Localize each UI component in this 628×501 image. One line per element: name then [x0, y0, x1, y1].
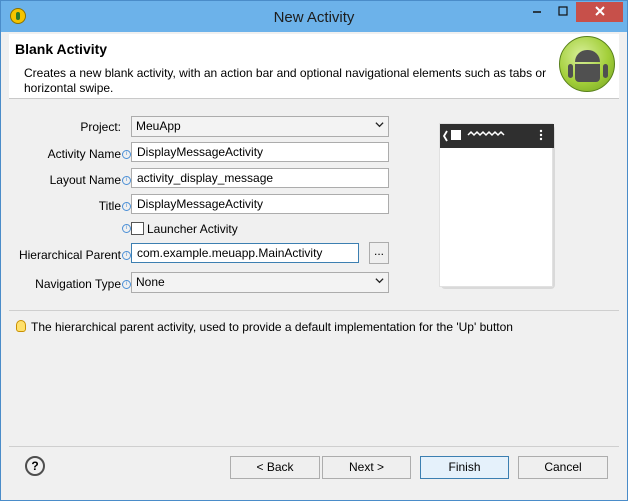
- browse-button[interactable]: ...: [369, 242, 389, 264]
- lightbulb-icon: [16, 320, 26, 332]
- title-info-icon: i: [122, 202, 131, 211]
- android-body-icon: [575, 64, 600, 82]
- hierarchical-parent-input[interactable]: com.example.meuapp.MainActivity: [131, 243, 359, 263]
- maximize-icon: [558, 6, 568, 16]
- action-bar-icon: [442, 129, 543, 142]
- hint-row: The hierarchical parent activity, used t…: [16, 319, 616, 335]
- android-head-icon: [575, 50, 600, 62]
- preview-action-bar: [440, 124, 554, 148]
- navigation-type-label: Navigation Type: [35, 277, 121, 291]
- project-select[interactable]: MeuApp: [131, 116, 389, 137]
- launcher-activity-checkbox[interactable]: [131, 222, 144, 235]
- page-description: Creates a new blank activity, with an ac…: [24, 66, 547, 95]
- chevron-down-icon: [375, 278, 384, 284]
- title-label: Title: [98, 199, 121, 213]
- android-right-arm-icon: [603, 64, 608, 78]
- navigation-type-info-icon: i: [122, 280, 131, 289]
- activity-name-info-icon: i: [122, 150, 131, 159]
- launcher-activity-label: Launcher Activity: [147, 222, 238, 236]
- hierarchical-parent-info-icon: i: [122, 251, 131, 260]
- cancel-button[interactable]: Cancel: [518, 456, 608, 479]
- title-bar: New Activity: [1, 1, 627, 32]
- layout-name-input[interactable]: activity_display_message: [131, 168, 389, 188]
- hierarchical-parent-label: Hierarchical Parent: [18, 248, 121, 262]
- hint-text: The hierarchical parent activity, used t…: [31, 320, 513, 334]
- close-button[interactable]: [576, 2, 623, 22]
- footer-divider: [9, 446, 619, 447]
- hint-divider-top: [9, 310, 619, 311]
- next-button[interactable]: Next >: [322, 456, 411, 479]
- back-button[interactable]: < Back: [230, 456, 320, 479]
- page-title: Blank Activity: [15, 41, 108, 57]
- activity-preview: [439, 123, 555, 289]
- help-button[interactable]: ?: [25, 456, 45, 476]
- minimize-icon: [533, 11, 541, 13]
- launcher-info-icon: i: [122, 224, 131, 233]
- project-label: Project:: [80, 120, 121, 134]
- android-left-arm-icon: [568, 64, 573, 78]
- close-icon: [594, 6, 605, 16]
- wizard-header: Blank Activity Creates a new blank activ…: [9, 34, 619, 99]
- maximize-button[interactable]: [550, 2, 576, 22]
- new-activity-window: New Activity Blank Activity Creates a ne…: [0, 0, 628, 501]
- project-select-value: MeuApp: [136, 119, 181, 133]
- activity-name-label: Activity Name: [47, 147, 121, 161]
- layout-name-info-icon: i: [122, 176, 131, 185]
- chevron-down-icon: [375, 122, 384, 128]
- help-icon: ?: [31, 459, 39, 473]
- minimize-button[interactable]: [524, 2, 550, 22]
- navigation-type-select[interactable]: None: [131, 272, 389, 293]
- title-input[interactable]: DisplayMessageActivity: [131, 194, 389, 214]
- android-icon: [559, 36, 615, 92]
- layout-name-label: Layout Name: [49, 173, 121, 187]
- activity-name-input[interactable]: DisplayMessageActivity: [131, 142, 389, 162]
- navigation-type-select-value: None: [136, 275, 165, 289]
- preview-device: [439, 123, 554, 287]
- finish-button[interactable]: Finish: [420, 456, 509, 479]
